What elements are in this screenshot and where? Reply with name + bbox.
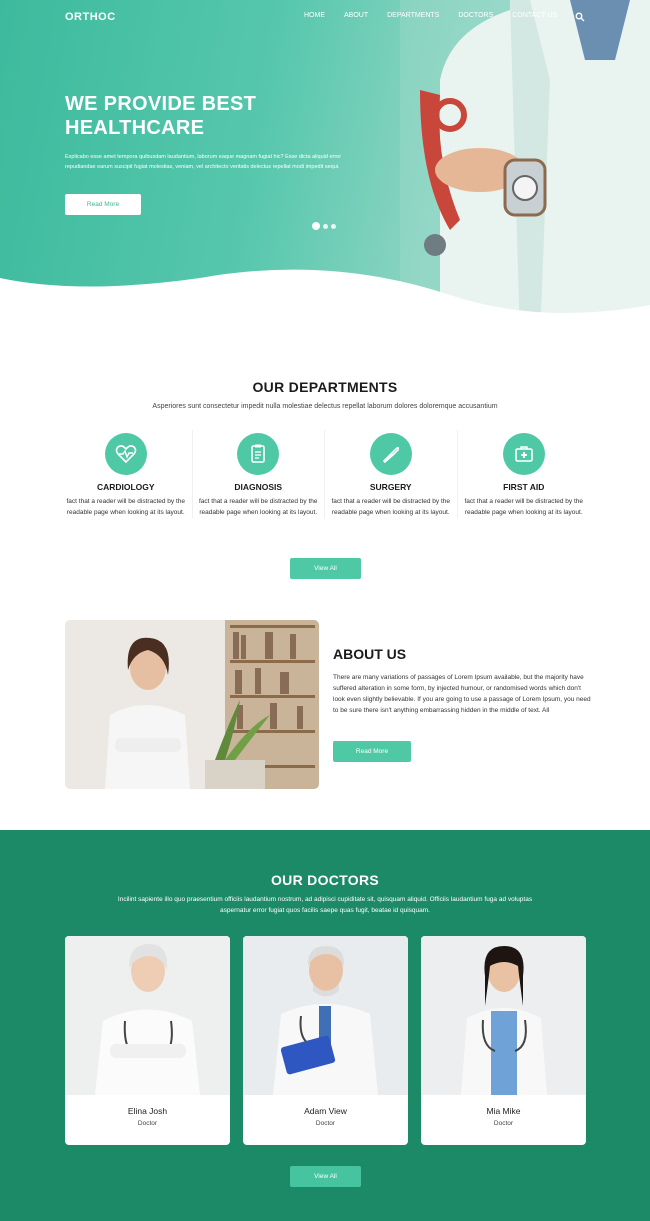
slider-dots xyxy=(312,222,336,230)
hero-section: ORTHOC HOME ABOUT DEPARTMENTS DOCTORS CO… xyxy=(0,0,650,340)
heart-pulse-icon xyxy=(104,433,147,475)
doctors-view-all-button[interactable]: View All xyxy=(290,1166,361,1187)
doctor-photo xyxy=(421,936,586,1095)
doctors-title: OUR DOCTORS xyxy=(270,872,380,888)
main-nav: HOME ABOUT DEPARTMENTS DOCTORS CONTACT U… xyxy=(304,12,576,19)
scalpel-icon xyxy=(369,433,412,475)
about-text: There are many variations of passages of… xyxy=(333,674,591,714)
slider-dot-1[interactable] xyxy=(312,222,320,230)
doctor-photo xyxy=(65,936,230,1095)
departments-list: CARDIOLOGY fact that a reader will be di… xyxy=(60,430,590,518)
doctor-name: Mia Mike xyxy=(486,1106,521,1116)
department-text: fact that a reader will be distracted by… xyxy=(198,498,318,516)
department-name: SURGERY xyxy=(369,482,412,492)
doctor-card[interactable]: Elina Josh Doctor xyxy=(65,936,230,1145)
about-title: ABOUT US xyxy=(333,646,407,662)
brand-logo[interactable]: ORTHOC xyxy=(65,11,116,23)
department-name: DIAGNOSIS xyxy=(234,482,283,492)
doctor-role: Doctor xyxy=(137,1120,158,1127)
department-first-aid[interactable]: FIRST AID fact that a reader will be dis… xyxy=(458,430,591,518)
department-text: fact that a reader will be distracted by… xyxy=(331,498,450,516)
doctor-name: Elina Josh xyxy=(127,1106,168,1116)
doctor-card[interactable]: Adam View Doctor xyxy=(243,936,408,1145)
search-icon[interactable] xyxy=(575,12,585,22)
doctors-section: OUR DOCTORS Incilint sapiente illo quo p… xyxy=(0,830,650,1221)
doctor-photo xyxy=(243,936,408,1095)
doctor-role: Doctor xyxy=(493,1120,514,1127)
nav-contact[interactable]: CONTACT US xyxy=(512,12,557,19)
department-text: fact that a reader will be distracted by… xyxy=(66,498,185,516)
about-read-more-button[interactable]: Read More xyxy=(333,741,411,762)
department-text: fact that a reader will be distracted by… xyxy=(464,498,583,516)
nav-about[interactable]: ABOUT xyxy=(344,12,368,19)
department-diagnosis[interactable]: DIAGNOSIS fact that a reader will be dis… xyxy=(193,430,325,518)
nav-home[interactable]: HOME xyxy=(304,12,325,19)
hero-read-more-button[interactable]: Read More xyxy=(65,194,141,215)
departments-subtitle: Asperiores sunt consectetur impedit null… xyxy=(152,403,498,410)
departments-title: OUR DEPARTMENTS xyxy=(252,379,398,395)
doctor-role: Doctor xyxy=(315,1120,336,1127)
hero-description: Explicabo esse amet tempora quibusdam la… xyxy=(65,154,342,170)
nav-doctors[interactable]: DOCTORS xyxy=(458,12,493,19)
doctor-card[interactable]: Mia Mike Doctor xyxy=(421,936,586,1145)
doctor-name: Adam View xyxy=(304,1106,347,1116)
hero-title: WE PROVIDE BEST HEALTHCARE xyxy=(65,93,257,139)
nav-departments[interactable]: DEPARTMENTS xyxy=(387,12,439,19)
department-name: FIRST AID xyxy=(503,482,545,492)
slider-dot-2[interactable] xyxy=(323,223,328,229)
first-aid-kit-icon xyxy=(502,433,545,475)
department-surgery[interactable]: SURGERY fact that a reader will be distr… xyxy=(325,430,458,518)
department-name: CARDIOLOGY xyxy=(96,482,155,492)
about-doctor-image xyxy=(65,620,319,789)
slider-dot-3[interactable] xyxy=(331,223,336,229)
doctors-subtitle: Incilint sapiente illo quo praesentium o… xyxy=(117,896,533,914)
departments-view-all-button[interactable]: View All xyxy=(290,558,361,579)
hero-wave xyxy=(0,269,650,340)
department-cardiology[interactable]: CARDIOLOGY fact that a reader will be di… xyxy=(60,430,193,518)
clipboard-icon xyxy=(237,433,280,475)
